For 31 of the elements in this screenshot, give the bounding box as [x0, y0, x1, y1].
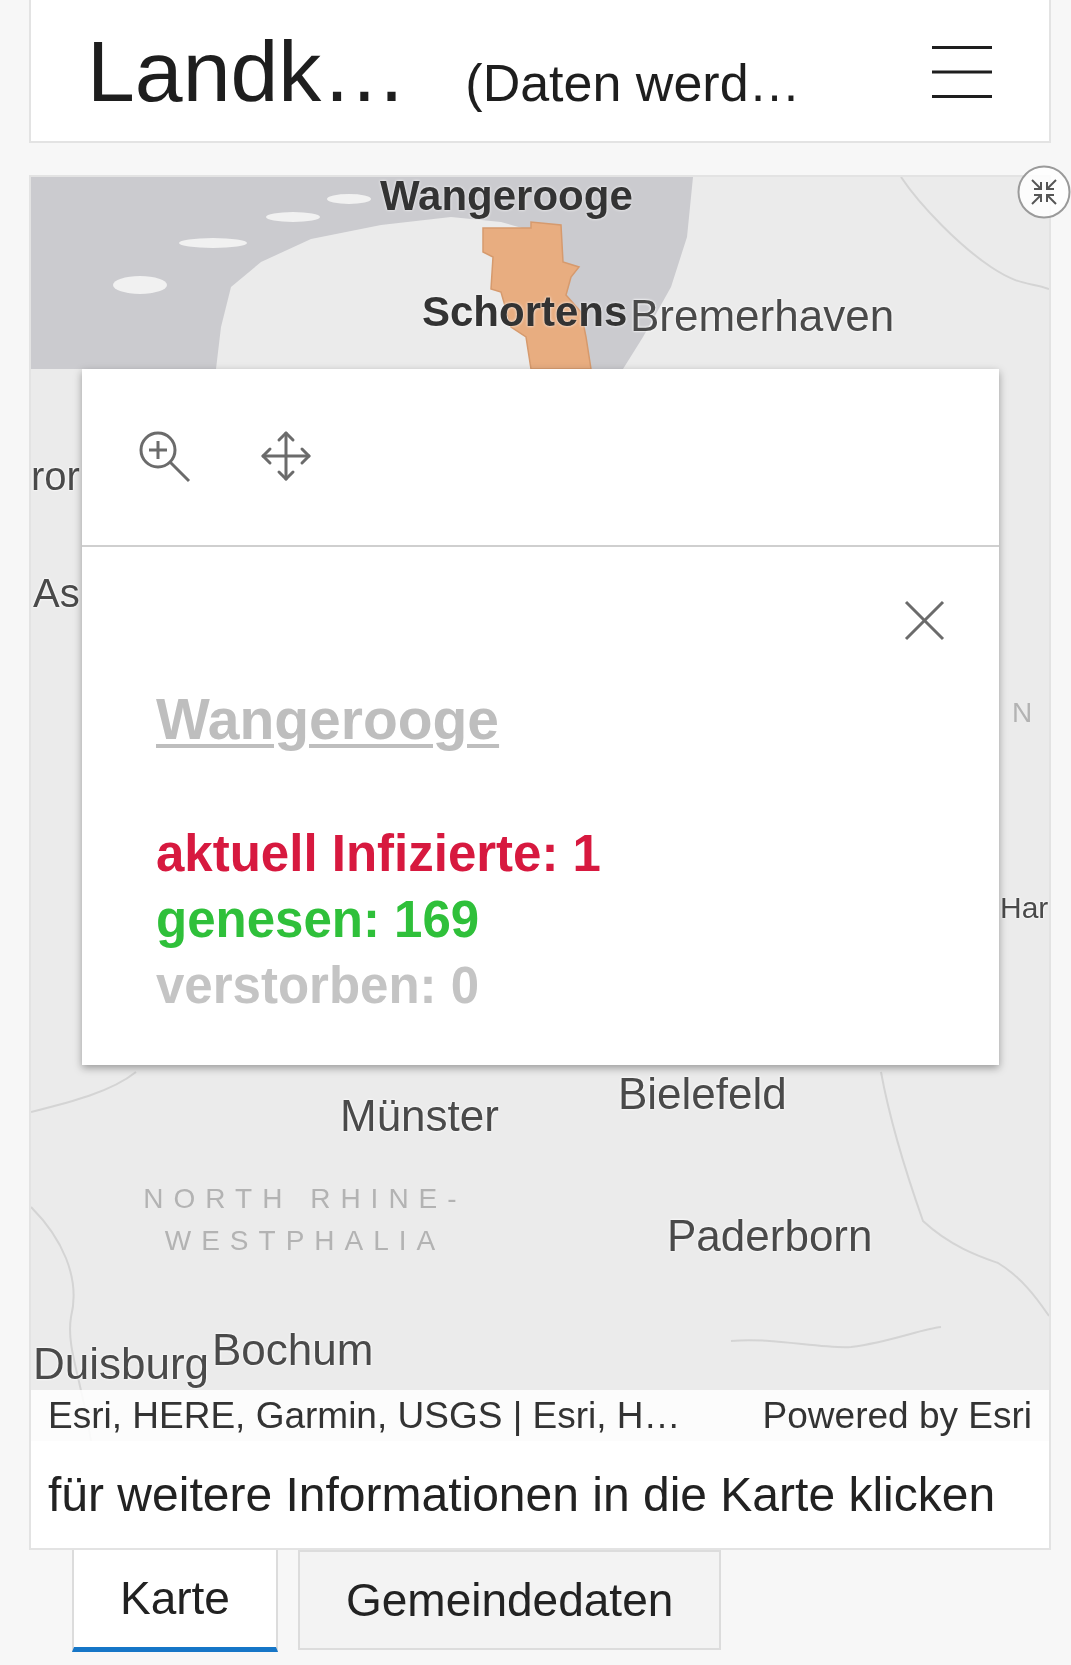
place-label: Har	[1000, 893, 1049, 923]
place-label: Bochum	[212, 1328, 374, 1372]
move-icon[interactable]	[260, 430, 312, 482]
close-icon[interactable]	[904, 600, 945, 641]
island	[266, 212, 320, 222]
menu-icon[interactable]	[932, 46, 992, 98]
region-label: NORTH RHINE-WESTPHALIA	[142, 1182, 468, 1258]
tab[interactable]: Gemeindedaten	[297, 1550, 722, 1650]
zoom-in-icon[interactable]	[138, 430, 191, 483]
attribution-text: Esri, HERE, Garmin, USGS | Esri, H…	[48, 1397, 681, 1434]
place-label: Schortens	[422, 291, 628, 333]
place-label: Münster	[340, 1094, 499, 1138]
place-label: Paderborn	[667, 1214, 873, 1258]
stat-line: aktuell Infizierte: 1	[156, 823, 601, 884]
hint-text: für weitere Informationen in die Karte klicken	[48, 1467, 996, 1522]
place-label: As	[33, 573, 80, 613]
region-label: N	[1012, 696, 1043, 730]
tab[interactable]: Karte	[72, 1548, 278, 1652]
place-label: Bielefeld	[618, 1072, 787, 1116]
page-title: Landk…	[87, 28, 408, 114]
place-label: Bremerhaven	[630, 294, 895, 338]
collapse-icon[interactable]	[1017, 165, 1071, 219]
stat-line: verstorben: 0	[156, 955, 480, 1016]
island	[113, 276, 167, 294]
island	[179, 238, 247, 248]
island	[327, 194, 371, 204]
place-label: Wangerooge	[380, 177, 633, 217]
place-label: Duisburg	[33, 1342, 210, 1386]
stat-line: genesen: 169	[156, 889, 480, 950]
place-label: ror	[31, 456, 80, 496]
powered-by-link[interactable]: Powered by Esri	[762, 1397, 1032, 1434]
